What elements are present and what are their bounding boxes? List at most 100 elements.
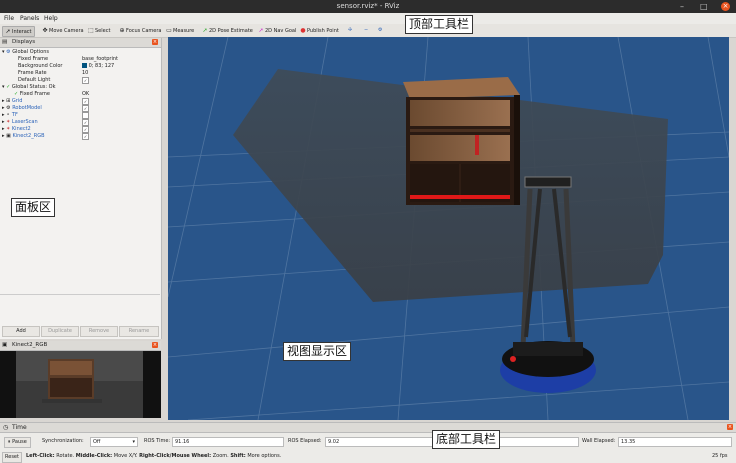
select-icon: ⬚	[88, 27, 94, 34]
display-item-grid[interactable]: ▸ ⊞ Grid	[2, 98, 22, 105]
bg-color-label: Background Color	[18, 63, 63, 69]
move-camera-tool-button[interactable]: ✥Move Camera	[40, 26, 86, 35]
nav-goal-label: 2D Nav Goal	[265, 28, 297, 34]
hint-left-click: Left-Click:	[26, 453, 55, 459]
global-options-row[interactable]: ▾ ⚙ Global Options	[2, 49, 49, 56]
maximize-button[interactable]: □	[700, 2, 708, 11]
pink-arrow-icon: ➚	[258, 27, 264, 34]
pose-estimate-label: 2D Pose Estimate	[209, 28, 253, 34]
display-item-label: TF	[11, 112, 18, 118]
panel-icon: ▤	[2, 39, 8, 45]
close-button[interactable]: ×	[721, 2, 730, 11]
title-bar: sensor.rviz* - RViz – □ ×	[0, 0, 736, 13]
annotation-bottom-toolbar: 底部工具栏	[432, 430, 501, 449]
check-icon: ✓	[14, 91, 19, 97]
ros-time-label: ROS Time:	[144, 438, 171, 444]
display-item-kinect2[interactable]: ▸ ✶ Kinect2	[2, 126, 31, 133]
sync-label: Synchronization:	[42, 438, 84, 444]
measure-tool-button[interactable]: ▭Measure	[164, 26, 196, 35]
sync-select[interactable]: Off ▾	[90, 437, 138, 447]
focus-camera-label: Focus Camera	[126, 28, 162, 34]
kinect-panel-title: Kinect2_RGB	[12, 342, 48, 348]
laserscan-checkbox[interactable]: ✓	[82, 119, 89, 126]
interact-tool-button[interactable]: ➚Interact	[2, 26, 35, 37]
tf-checkbox[interactable]	[82, 112, 89, 119]
pose-estimate-tool-button[interactable]: ➚2D Pose Estimate	[200, 26, 255, 35]
move-camera-label: Move Camera	[49, 28, 84, 34]
time-panel: ◷ Time × ⏸ Pause Synchronization: Off ▾ R…	[0, 422, 736, 463]
robot-icon: ⚙	[6, 105, 11, 111]
status-fixed-frame-row: ✓ Fixed Frame	[14, 91, 50, 98]
kinect2-checkbox[interactable]: ✓	[82, 126, 89, 133]
add-tool-button[interactable]: ✢	[346, 26, 354, 35]
cursor-icon: ➚	[5, 28, 11, 35]
reset-button[interactable]: Reset	[2, 452, 22, 463]
3d-viewport[interactable]	[168, 37, 729, 420]
clock-icon: ◷	[3, 424, 9, 431]
hint-middle-click: Middle-Click:	[75, 453, 113, 459]
close-panel-icon[interactable]: ×	[152, 342, 158, 348]
menu-panels[interactable]: Panels	[20, 15, 39, 22]
gear-icon: ⚙	[6, 49, 11, 55]
hint-right-click: Right-Click/Mouse Wheel:	[139, 453, 212, 459]
displays-panel: ▤ Displays × ▾ ⚙ Global Options Fixed Fr…	[0, 38, 162, 339]
annotation-top-toolbar: 顶部工具栏	[405, 15, 474, 34]
grid-icon: ⊞	[6, 98, 11, 104]
frame-rate-value[interactable]: 10	[82, 70, 88, 77]
time-header: ◷ Time ×	[0, 423, 736, 433]
ruler-icon: ▭	[166, 27, 172, 34]
kinect-rgb-panel: ▣ Kinect2_RGB ×	[0, 341, 161, 418]
publish-point-tool-button[interactable]: ●Publish Point	[298, 26, 341, 35]
displays-title: Displays	[12, 39, 36, 45]
display-item-label: Grid	[11, 98, 23, 104]
robotmodel-checkbox[interactable]: ✓	[82, 105, 89, 112]
kinect-panel-header: ▣ Kinect2_RGB ×	[0, 341, 161, 351]
display-item-laserscan[interactable]: ▸ ✶ LaserScan	[2, 119, 38, 126]
menu-help[interactable]: Help	[44, 15, 58, 22]
hint-text: Zoom.	[211, 453, 231, 459]
divider	[0, 294, 160, 295]
status-fixed-frame-value: OK	[82, 91, 90, 97]
add-button[interactable]: Add	[2, 326, 40, 337]
default-light-checkbox[interactable]: ✓	[82, 77, 89, 84]
rename-button[interactable]: Rename	[119, 326, 159, 337]
display-item-label: Kinect2	[11, 126, 31, 132]
close-panel-icon[interactable]: ×	[727, 424, 733, 430]
global-status-row[interactable]: ▾ ✓ Global Status: Ok	[2, 84, 55, 91]
bg-color-field[interactable]: 0; 83; 127	[82, 63, 114, 70]
image-icon: ▣	[2, 342, 8, 348]
kinect2-rgb-checkbox[interactable]: ✓	[82, 133, 89, 140]
mouse-hint: Left-Click: Rotate. Middle-Click: Move X…	[26, 452, 281, 461]
select-label: Select	[95, 28, 111, 34]
minimize-button[interactable]: –	[680, 2, 684, 11]
display-item-label: LaserScan	[11, 119, 38, 125]
display-item-robotmodel[interactable]: ▸ ⚙ RobotModel	[2, 105, 42, 112]
frame-rate-label: Frame Rate	[18, 70, 47, 76]
tool-properties-button[interactable]: ⚙	[376, 26, 384, 35]
tf-icon: ⚬	[6, 112, 11, 118]
menu-file[interactable]: File	[4, 15, 14, 22]
fixed-frame-label: Fixed Frame	[18, 56, 49, 62]
display-item-label: RobotModel	[12, 105, 42, 111]
move-icon: ✥	[42, 27, 48, 34]
publish-point-label: Publish Point	[307, 28, 339, 34]
fixed-frame-value[interactable]: base_footprint	[82, 56, 118, 63]
scene-render	[168, 37, 729, 420]
grid-checkbox[interactable]: ✓	[82, 98, 89, 105]
close-panel-icon[interactable]: ×	[152, 39, 158, 45]
pause-button[interactable]: ⏸ Pause	[4, 437, 31, 448]
bookshelf	[403, 77, 520, 205]
focus-camera-tool-button[interactable]: ⊕Focus Camera	[117, 26, 164, 35]
interact-label: Interact	[12, 29, 32, 35]
wall-elapsed-field[interactable]: 13.35	[618, 437, 732, 447]
global-options-label: Global Options	[12, 49, 50, 55]
nav-goal-tool-button[interactable]: ➚2D Nav Goal	[256, 26, 298, 35]
remove-tool-button[interactable]: −	[362, 26, 370, 35]
ros-time-field[interactable]: 91.16	[172, 437, 284, 447]
duplicate-button[interactable]: Duplicate	[41, 326, 79, 337]
select-tool-button[interactable]: ⬚Select	[86, 26, 112, 35]
display-item-tf[interactable]: ▸ ⚬ TF	[2, 112, 18, 119]
remove-button[interactable]: Remove	[80, 326, 118, 337]
hint-text: Rotate.	[54, 453, 76, 459]
display-item-kinect2-rgb[interactable]: ▸ ▣ Kinect2_RGB	[2, 133, 45, 140]
